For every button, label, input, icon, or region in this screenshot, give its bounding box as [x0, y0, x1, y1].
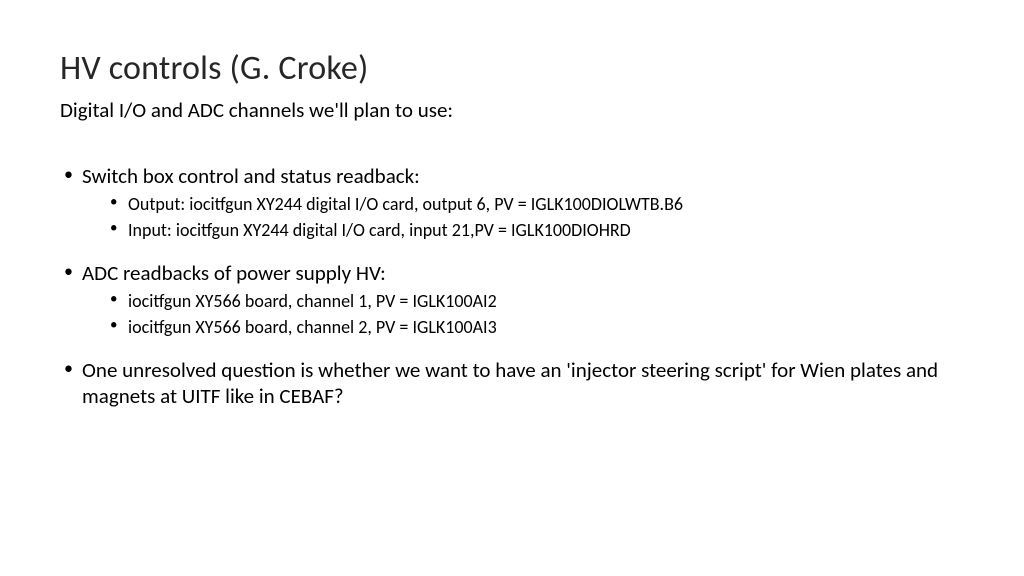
bullet-list: Switch box control and status readback: …: [60, 163, 964, 410]
slide-title: HV controls (G. Croke): [60, 48, 964, 89]
sub-bullet-text: Output: iocitfgun XY244 digital I/O card…: [128, 193, 683, 215]
list-item: Output: iocitfgun XY244 digital I/O card…: [82, 193, 964, 216]
bullet-text: Switch box control and status readback:: [82, 163, 420, 189]
sub-bullet-text: iocitfgun XY566 board, channel 2, PV = I…: [128, 316, 497, 338]
list-item: Switch box control and status readback: …: [60, 163, 964, 242]
sub-list: iocitfgun XY566 board, channel 1, PV = I…: [82, 290, 964, 339]
sub-bullet-text: iocitfgun XY566 board, channel 1, PV = I…: [128, 290, 497, 312]
bullet-text: One unresolved question is whether we wa…: [82, 357, 938, 409]
list-item: Input: iocitfgun XY244 digital I/O card,…: [82, 219, 964, 242]
sub-bullet-text: Input: iocitfgun XY244 digital I/O card,…: [128, 219, 631, 241]
list-item: ADC readbacks of power supply HV: iocitf…: [60, 260, 964, 339]
list-item: One unresolved question is whether we wa…: [60, 357, 964, 410]
list-item: iocitfgun XY566 board, channel 1, PV = I…: [82, 290, 964, 313]
bullet-text: ADC readbacks of power supply HV:: [82, 260, 386, 286]
slide-subtitle: Digital I/O and ADC channels we'll plan …: [60, 97, 964, 123]
sub-list: Output: iocitfgun XY244 digital I/O card…: [82, 193, 964, 242]
list-item: iocitfgun XY566 board, channel 2, PV = I…: [82, 316, 964, 339]
